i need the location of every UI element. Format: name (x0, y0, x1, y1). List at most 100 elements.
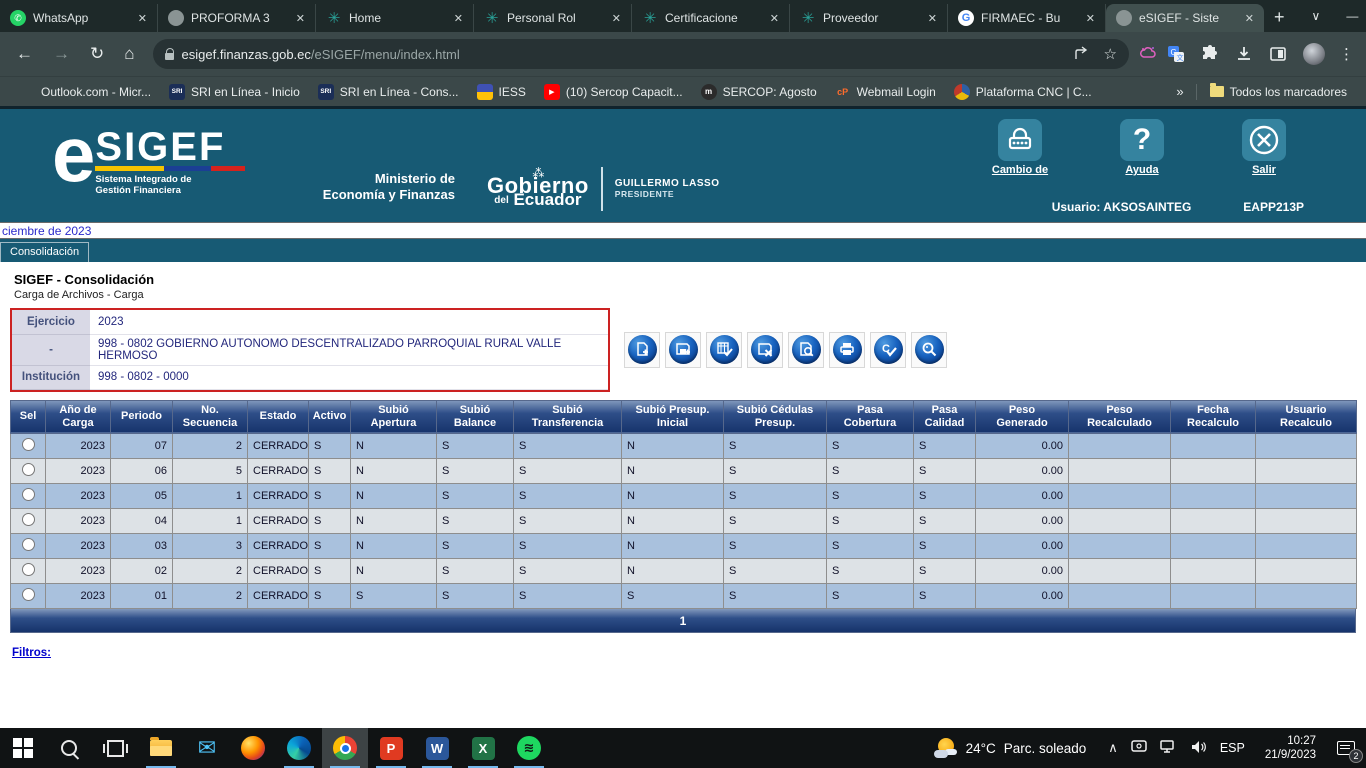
row-select-radio[interactable] (22, 538, 35, 551)
reload-button[interactable]: ↻ (82, 44, 112, 64)
search-button[interactable] (911, 332, 947, 368)
firefox-icon[interactable] (230, 728, 276, 768)
bookmark-star-icon[interactable]: ☆ (1104, 45, 1117, 63)
pagination-bar[interactable]: 1 (10, 609, 1356, 633)
chrome-icon[interactable] (322, 728, 368, 768)
row-select-radio[interactable] (22, 513, 35, 526)
browser-tab[interactable]: eSIGEF - Siste✕ (1106, 4, 1264, 32)
table-cell: S (724, 483, 827, 508)
translate-icon[interactable]: G文 (1161, 45, 1191, 63)
start-button[interactable] (0, 728, 46, 768)
grid-validate-button[interactable] (706, 332, 742, 368)
tab-close-icon[interactable]: ✕ (768, 12, 781, 25)
table-cell: S (914, 458, 976, 483)
download-icon[interactable] (1229, 45, 1259, 63)
window-controls: ∨—❐✕ (1299, 0, 1366, 32)
bookmark-item[interactable]: (10) Sercop Capacit... (535, 84, 692, 100)
bookmark-item[interactable]: cPWebmail Login (826, 84, 945, 100)
file-explorer-icon[interactable] (138, 728, 184, 768)
browser-tab[interactable]: GFIRMAEC - Bu✕ (948, 4, 1106, 32)
language-indicator[interactable]: ESP (1220, 741, 1245, 755)
task-view-button[interactable] (92, 728, 138, 768)
spotify-icon[interactable]: ≋ (506, 728, 552, 768)
row-select-radio[interactable] (22, 463, 35, 476)
bookmarks-overflow-icon[interactable]: » (1168, 84, 1191, 99)
tab-close-icon[interactable]: ✕ (926, 12, 939, 25)
help-icon[interactable]: ? (1120, 119, 1164, 161)
browser-tab[interactable]: ✳Home✕ (316, 4, 474, 32)
print-button[interactable] (829, 332, 865, 368)
bookmark-item[interactable]: Plataforma CNC | C... (945, 84, 1101, 100)
bookmark-item[interactable]: mSERCOP: Agosto (692, 84, 826, 100)
action-label[interactable]: Cambio deContraseña (978, 164, 1062, 176)
address-bar[interactable]: esigef.finanzas.gob.ec/eSIGEF/menu/index… (153, 39, 1129, 69)
forward-button[interactable]: → (45, 44, 78, 64)
side-panel-icon[interactable] (1263, 45, 1293, 63)
browser-tab[interactable]: ✳Certificacione✕ (632, 4, 790, 32)
word-icon[interactable]: W (414, 728, 460, 768)
home-button[interactable]: ⌂ (116, 44, 142, 64)
bookmark-item[interactable]: Outlook.com - Micr... (10, 84, 160, 100)
network-icon[interactable] (1160, 740, 1177, 757)
tab-close-icon[interactable]: ✕ (136, 12, 149, 25)
search-button[interactable] (46, 728, 92, 768)
row-select-radio[interactable] (22, 438, 35, 451)
profile-avatar[interactable] (1297, 43, 1331, 65)
browser-tab[interactable]: PROFORMA 3 ✕ (158, 4, 316, 32)
notification-center-button[interactable]: 2 (1326, 728, 1366, 768)
extensions-icon[interactable] (1195, 45, 1225, 63)
mail-icon[interactable]: ✉ (184, 728, 230, 768)
clock[interactable]: 10:27 21/9/2023 (1255, 734, 1326, 762)
tab-close-icon[interactable]: ✕ (1084, 12, 1097, 25)
approve-button[interactable]: C (870, 332, 906, 368)
tab-close-icon[interactable]: ✕ (294, 12, 307, 25)
exit-icon[interactable] (1242, 119, 1286, 161)
delete-record-button[interactable] (747, 332, 783, 368)
password-lock-icon[interactable] (998, 119, 1042, 161)
browser-menu-icon[interactable]: ⋮ (1335, 45, 1358, 63)
all-bookmarks-button[interactable]: Todos los marcadores (1201, 85, 1356, 99)
minimize-icon[interactable]: — (1333, 0, 1366, 32)
weather-extension-icon[interactable] (1139, 45, 1157, 63)
browser-tab[interactable]: ✆WhatsApp✕ (0, 4, 158, 32)
tab-search-icon[interactable]: ∨ (1299, 0, 1334, 32)
browser-tab[interactable]: ✳Proveedor✕ (790, 4, 948, 32)
notification-badge: 2 (1349, 749, 1363, 763)
action-label[interactable]: Salir (1222, 164, 1306, 176)
pdf-xchange-icon[interactable]: P (368, 728, 414, 768)
row-select-radio[interactable] (22, 563, 35, 576)
back-button[interactable]: ← (8, 44, 41, 64)
action-label[interactable]: Ayuda (1100, 164, 1184, 176)
new-tab-button[interactable]: + (1264, 7, 1299, 32)
ayuda-button[interactable]: ? Ayuda (1100, 119, 1184, 176)
cambio-de-contraseña-button[interactable]: Cambio deContraseña (978, 119, 1062, 176)
volume-icon[interactable] (1190, 740, 1207, 757)
bookmark-item[interactable]: SRISRI en Línea - Inicio (160, 84, 309, 100)
tab-title: PROFORMA 3 (191, 11, 287, 25)
tray-expand-icon[interactable]: ∧ (1108, 740, 1118, 756)
bookmark-item[interactable]: SRISRI en Línea - Cons... (309, 84, 468, 100)
tab-close-icon[interactable]: ✕ (610, 12, 623, 25)
browser-tab[interactable]: ✳Personal Rol✕ (474, 4, 632, 32)
preview-document-button[interactable] (788, 332, 824, 368)
row-select-radio[interactable] (22, 588, 35, 601)
cp-bookmark-icon: cP (835, 84, 851, 100)
table-row: 2023041CERRADOSNSSNSSS0.00 (11, 508, 1357, 533)
new-document-button[interactable] (624, 332, 660, 368)
salir-button[interactable]: Salir (1222, 119, 1306, 176)
page-number[interactable]: 1 (680, 614, 687, 628)
tab-close-icon[interactable]: ✕ (452, 12, 465, 25)
bookmark-item[interactable]: IESS (468, 84, 535, 100)
edge-icon[interactable] (276, 728, 322, 768)
save-record-button[interactable] (665, 332, 701, 368)
tab-close-icon[interactable]: ✕ (1243, 12, 1256, 25)
meet-now-icon[interactable] (1131, 740, 1147, 757)
table-cell: S (914, 533, 976, 558)
secure-lock-icon[interactable] (165, 53, 174, 60)
filters-link[interactable]: Filtros: (12, 647, 51, 659)
row-select-radio[interactable] (22, 488, 35, 501)
share-icon[interactable] (1074, 45, 1090, 63)
tab-consolidacion[interactable]: Consolidación (0, 242, 89, 262)
excel-icon[interactable]: X (460, 728, 506, 768)
weather-widget[interactable]: 24°C Parc. soleado (922, 738, 1099, 758)
